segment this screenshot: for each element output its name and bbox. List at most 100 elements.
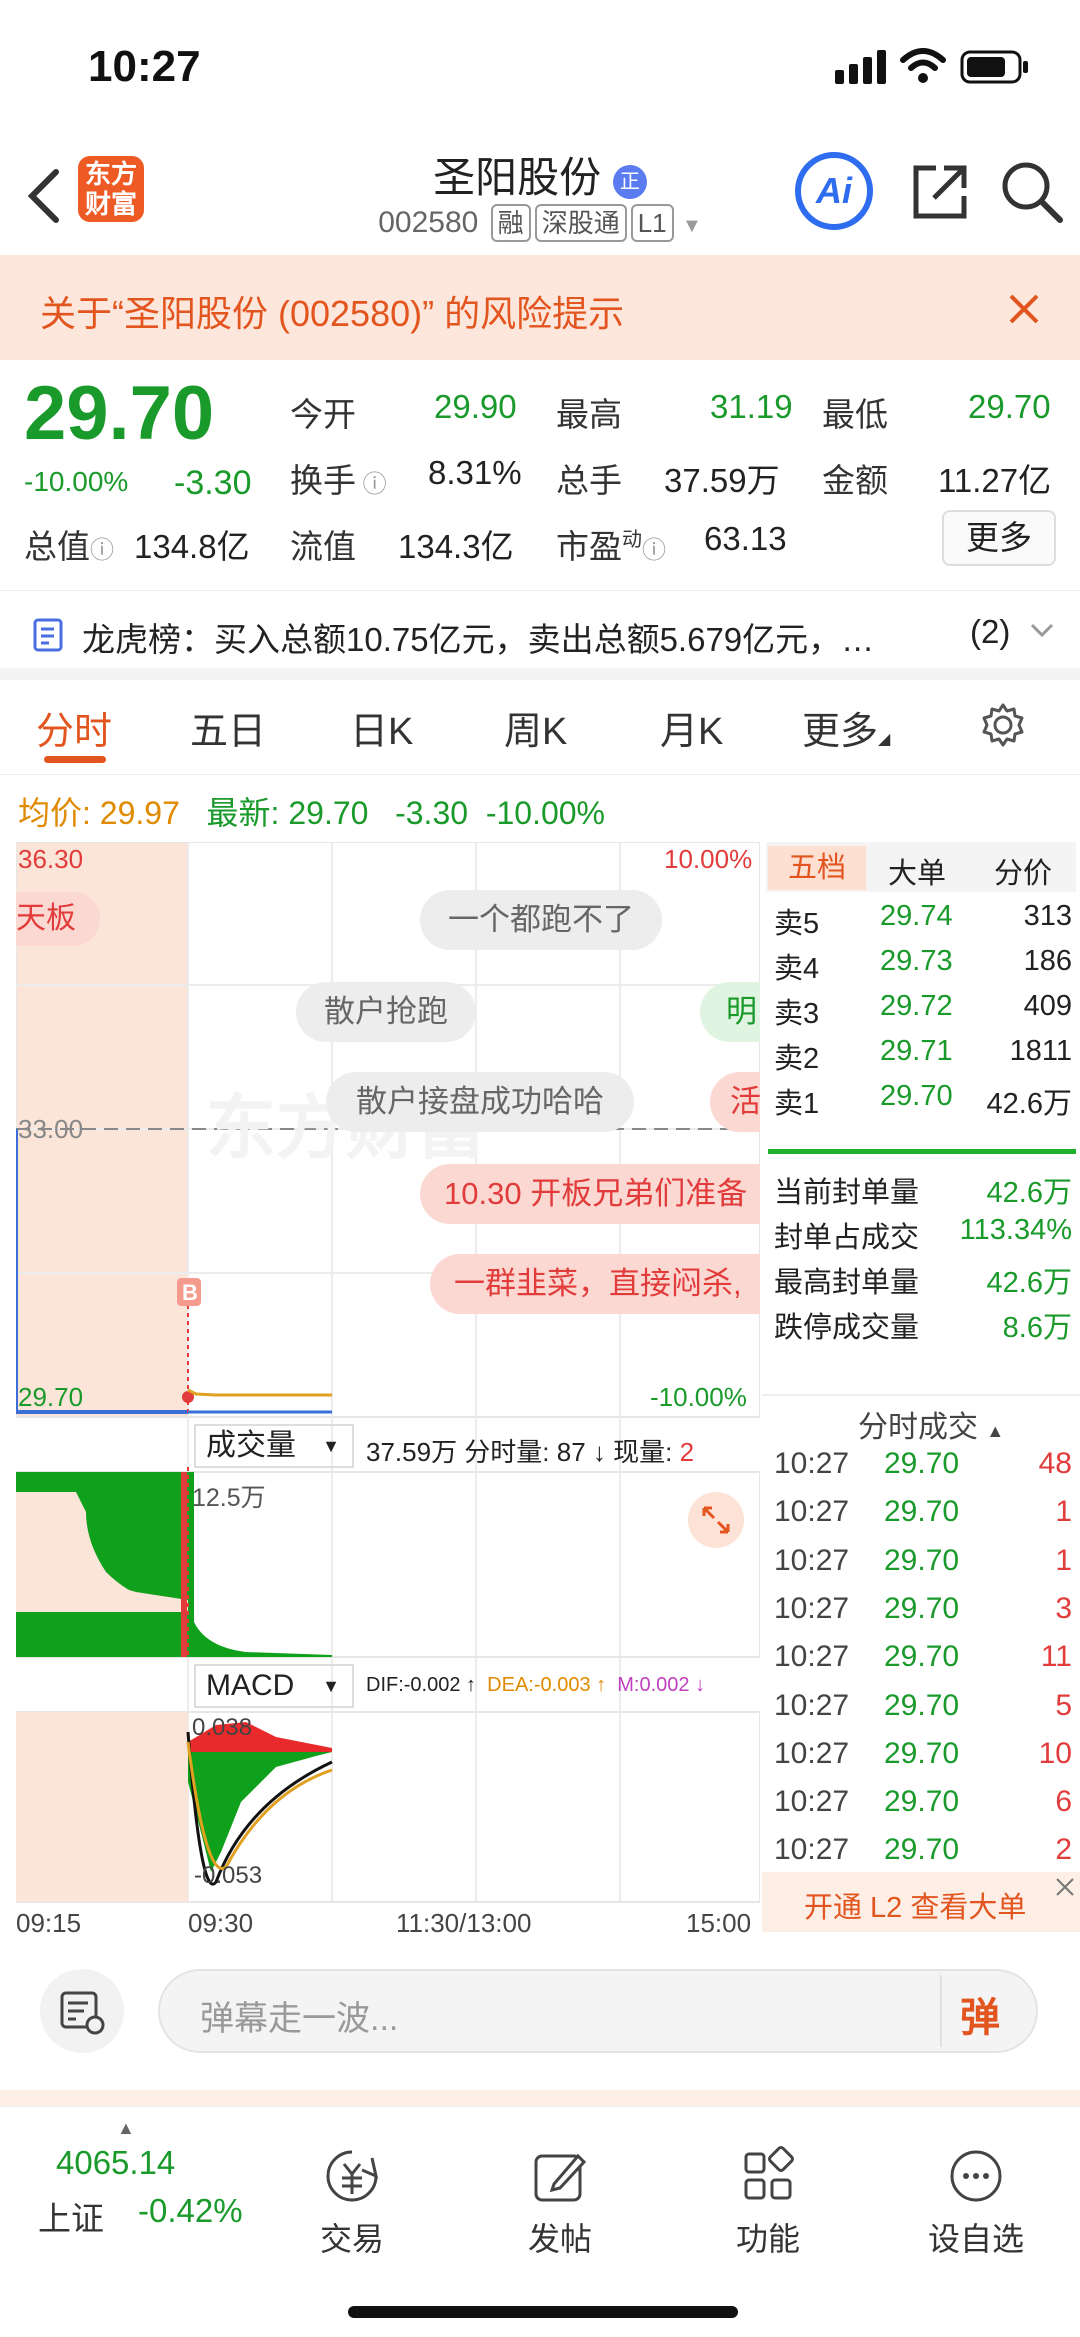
- ask-price: 29.73: [880, 945, 953, 977]
- tab-price-dist[interactable]: 分价: [994, 850, 1052, 892]
- tag-level: L1: [630, 204, 674, 242]
- bottom-nav: ▲ 4065.14 上证 -0.42% 交易 发帖 功能 设自选: [0, 2090, 1080, 2337]
- macd-indicator-select[interactable]: MACD ▼: [194, 1664, 354, 1708]
- expand-icon[interactable]: [688, 1492, 744, 1548]
- seal-stat-row: 跌停成交量 8.6万: [772, 1304, 1072, 1348]
- nav-post-label: 发帖: [527, 2221, 592, 2257]
- tick-row: 10:27 29.70 3: [772, 1592, 1072, 1636]
- seal-stat-value: 113.34%: [959, 1214, 1072, 1246]
- dropdown-icon[interactable]: ▼: [682, 215, 702, 237]
- axis-low-pct: -10.00%: [650, 1382, 747, 1412]
- tick-row: 10:27 29.70 5: [772, 1689, 1072, 1733]
- nav-add-watch[interactable]: 设自选: [906, 2146, 1046, 2260]
- avg-label: 均价:: [18, 795, 91, 831]
- wifi-icon: [900, 48, 946, 83]
- tab-five-levels[interactable]: 五档: [768, 846, 866, 890]
- ask-level-label: 卖5: [774, 908, 820, 940]
- avg-price-bar: 均价: 29.97 最新: 29.70 -3.30 -10.00%: [18, 788, 605, 834]
- pe-value: 63.13: [704, 520, 787, 557]
- seal-stat-value: 42.6万: [986, 1267, 1072, 1299]
- tag-margin: 融: [490, 204, 531, 242]
- volume-indicator-select[interactable]: 成交量 ▼: [194, 1424, 354, 1468]
- tab-big-orders[interactable]: 大单: [888, 850, 946, 892]
- tick-time: 10:27: [774, 1640, 850, 1674]
- nav-add-watch-label: 设自选: [927, 2221, 1024, 2257]
- tick-price: 29.70: [884, 1591, 960, 1625]
- nav-functions-label: 功能: [735, 2221, 800, 2257]
- tick-volume: 2: [1055, 1833, 1072, 1867]
- risk-banner[interactable]: 关于“圣阳股份 (002580)” 的风险提示: [0, 255, 1080, 360]
- close-icon[interactable]: [1054, 1876, 1076, 1898]
- tab-more[interactable]: 更多◢: [802, 700, 890, 755]
- ask-level-label: 卖1: [774, 1088, 820, 1120]
- latest-percent: -10.00%: [485, 795, 605, 831]
- danmu-send-button[interactable]: 弹: [960, 1985, 1000, 2043]
- tab-month-k[interactable]: 月K: [660, 700, 723, 755]
- time-tick-open: 09:15: [16, 1908, 81, 1938]
- latest-value: 29.70: [288, 795, 369, 831]
- settings-icon[interactable]: [980, 702, 1026, 748]
- index-name[interactable]: 上证: [38, 2192, 104, 2240]
- tab-day-k[interactable]: 日K: [350, 700, 413, 755]
- app-header: 东方财富 圣阳股份 正 002580 融深股通 L1 ▼ Ai: [0, 130, 1080, 255]
- macd-max-label: 0.038: [192, 1714, 253, 1741]
- seal-stat-row: 最高封单量 42.6万: [772, 1259, 1072, 1303]
- tab-week-k[interactable]: 周K: [504, 700, 567, 755]
- nav-post[interactable]: 发帖: [490, 2146, 630, 2260]
- float-cap-value: 134.3亿: [398, 528, 514, 565]
- change-percent: -10.00%: [24, 466, 129, 497]
- open-value: 29.90: [434, 388, 517, 425]
- volume-label: 总手: [556, 462, 622, 499]
- close-icon[interactable]: [1008, 293, 1040, 325]
- more-button[interactable]: 更多: [942, 510, 1056, 566]
- danmu-placeholder: 弹幕走一波...: [200, 2000, 399, 2038]
- ask-volume: 1811: [1009, 1035, 1072, 1067]
- tick-volume: 10: [1038, 1736, 1072, 1770]
- nav-functions[interactable]: 功能: [698, 2146, 838, 2260]
- verified-badge: 正: [612, 165, 647, 199]
- tick-volume: 1: [1055, 1495, 1072, 1529]
- more-dots-icon: [950, 2150, 1002, 2202]
- amount-value: 11.27亿: [938, 462, 1052, 499]
- seal-stat-label: 封单占成交: [774, 1222, 920, 1254]
- ai-button[interactable]: Ai: [795, 152, 873, 230]
- l2-promo[interactable]: 开通 L2 查看大单: [762, 1872, 1080, 1932]
- ask-volume: 186: [1023, 945, 1072, 977]
- active-tab-indicator: [44, 756, 106, 763]
- macd-min-label: -0.053: [194, 1862, 263, 1889]
- danmu-bar: 弹幕走一波... 弹: [0, 1945, 1080, 2075]
- signal-icon: [835, 50, 886, 84]
- danmu-toggle[interactable]: [40, 1969, 124, 2053]
- seal-stat-row: 封单占成交 113.34%: [772, 1214, 1072, 1258]
- tick-time: 10:27: [774, 1495, 850, 1529]
- intraday-chart[interactable]: 东方财富 B 09:15 09:30 11:30/13:00 15:00 36.…: [16, 842, 760, 1942]
- tick-time: 10:27: [774, 1736, 850, 1770]
- axis-low-price: 29.70: [18, 1382, 84, 1412]
- tab-intraday[interactable]: 分时: [36, 700, 112, 755]
- index-value[interactable]: 4065.14: [56, 2144, 175, 2182]
- turnover-label: 换手 ⓘ: [290, 462, 387, 499]
- share-icon[interactable]: [910, 162, 970, 222]
- volume-value: 37.59万: [664, 462, 780, 499]
- ask-price: 29.70: [880, 1080, 953, 1112]
- seal-stat-label: 跌停成交量: [774, 1312, 920, 1344]
- chevron-down-icon[interactable]: [1030, 623, 1054, 639]
- axis-high-pct: 10.00%: [664, 844, 753, 874]
- dragon-tiger-bar[interactable]: 龙虎榜：买入总额10.75亿元，卖出总额5.679亿元，… (2): [0, 590, 1080, 680]
- ask-level-row: 卖5 29.74 313: [772, 900, 1072, 944]
- ticks-title[interactable]: 分时成交 ▲: [858, 1402, 1004, 1446]
- edit-icon: [534, 2153, 587, 2202]
- danmu-input[interactable]: 弹幕走一波... 弹: [158, 1969, 1038, 2053]
- macd-values: DIF:-0.002 ↑ DEA:-0.003 ↑ M:0.002 ↓: [366, 1674, 706, 1696]
- tab-5day[interactable]: 五日: [190, 700, 266, 755]
- danmu-bubble: 散户接盘成功哈哈: [326, 1072, 634, 1132]
- danmu-bubble: 一个都跑不了: [420, 890, 662, 950]
- seal-stat-value: 42.6万: [986, 1177, 1072, 1209]
- seal-stat-value: 8.6万: [1002, 1312, 1072, 1344]
- tick-row: 10:27 29.70 2: [772, 1833, 1072, 1877]
- danmu-bubble: 10.30 开板兄弟们准备: [420, 1164, 760, 1224]
- volume-max-label: 12.5万: [192, 1484, 266, 1512]
- search-icon[interactable]: [1000, 160, 1064, 224]
- trade-icon: [326, 2150, 379, 2202]
- nav-trade[interactable]: 交易: [282, 2146, 422, 2260]
